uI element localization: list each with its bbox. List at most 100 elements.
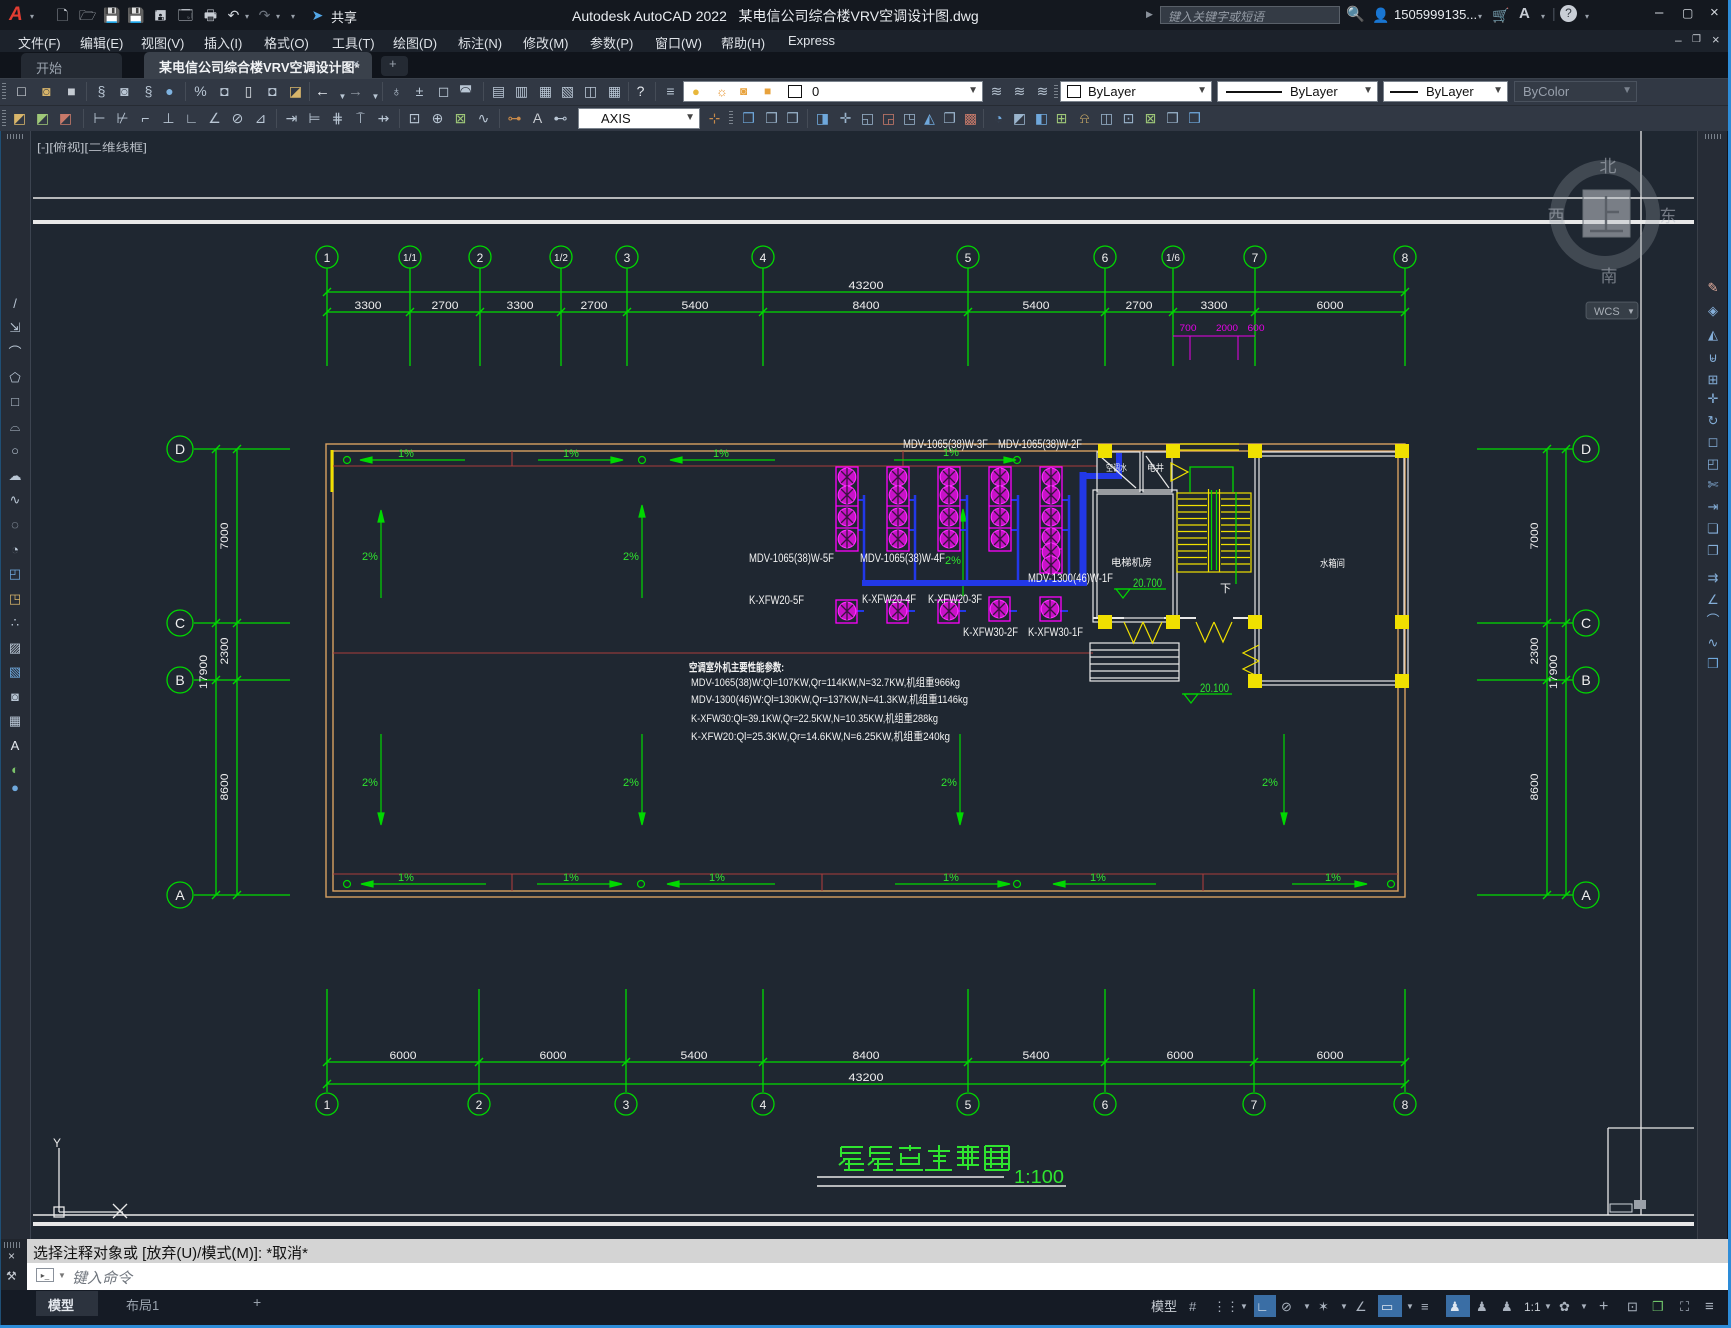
svg-text:MDV-1065(38)W:Ql=107KW,Qr=114K: MDV-1065(38)W:Ql=107KW,Qr=114KW,N=32.7KW… [691, 675, 960, 689]
svg-text:1%: 1% [1325, 872, 1341, 884]
svg-text:2700: 2700 [1126, 300, 1153, 312]
svg-text:1%: 1% [943, 872, 959, 884]
svg-text:20.700: 20.700 [1133, 576, 1162, 590]
svg-text:4: 4 [760, 251, 767, 265]
svg-text:空调水: 空调水 [1106, 462, 1127, 473]
svg-text:3: 3 [624, 251, 631, 265]
svg-text:1%: 1% [563, 872, 579, 884]
svg-text:MDV-1300(46)W:Ql=130KW,Qr=137K: MDV-1300(46)W:Ql=130KW,Qr=137KW,N=41.3KW… [691, 692, 968, 706]
svg-text:B: B [175, 672, 184, 688]
svg-text:2%: 2% [1262, 777, 1278, 789]
svg-text:6000: 6000 [1317, 1050, 1344, 1062]
svg-text:4: 4 [760, 1098, 767, 1112]
svg-text:7000: 7000 [219, 523, 231, 550]
svg-text:6000: 6000 [1167, 1050, 1194, 1062]
svg-text:A: A [1581, 887, 1591, 903]
svg-text:A: A [175, 887, 185, 903]
svg-text:西: 西 [1548, 207, 1565, 226]
svg-text:7: 7 [1252, 251, 1259, 265]
svg-text:下: 下 [1220, 583, 1231, 595]
svg-text:1/1: 1/1 [403, 253, 417, 264]
svg-text:20.100: 20.100 [1200, 681, 1229, 695]
svg-text:2: 2 [476, 1098, 483, 1112]
svg-text:3300: 3300 [507, 300, 534, 312]
svg-text:2700: 2700 [581, 300, 608, 312]
svg-text:6000: 6000 [540, 1050, 567, 1062]
svg-text:5400: 5400 [1023, 300, 1050, 312]
svg-text:WCS: WCS [1594, 306, 1620, 318]
svg-text:[-][俯视][二维线框]: [-][俯视][二维线框] [37, 140, 147, 154]
svg-text:1: 1 [324, 251, 331, 265]
svg-text:1/6: 1/6 [1166, 253, 1180, 264]
svg-text:B: B [1581, 672, 1590, 688]
svg-text:MDV-1065(38)W-5F: MDV-1065(38)W-5F [749, 553, 834, 565]
svg-text:2: 2 [477, 251, 484, 265]
svg-text:1%: 1% [709, 872, 725, 884]
svg-text:8400: 8400 [853, 1050, 880, 1062]
svg-text:8600: 8600 [219, 774, 231, 801]
svg-text:6000: 6000 [1317, 300, 1344, 312]
svg-text:K-XFW20-4F: K-XFW20-4F [862, 594, 916, 606]
svg-text:南: 南 [1601, 267, 1618, 286]
svg-text:2%: 2% [362, 551, 378, 563]
svg-text:电井: 电井 [1147, 462, 1164, 473]
svg-text:43200: 43200 [849, 1072, 884, 1084]
svg-text:D: D [175, 441, 185, 457]
svg-text:7000: 7000 [1529, 523, 1541, 550]
svg-text:2%: 2% [623, 551, 639, 563]
svg-text:3300: 3300 [355, 300, 382, 312]
svg-text:D: D [1581, 441, 1591, 457]
svg-text:2700: 2700 [432, 300, 459, 312]
svg-text:2%: 2% [941, 777, 957, 789]
svg-text:东: 东 [1660, 207, 1677, 226]
svg-text:1%: 1% [398, 872, 414, 884]
svg-text:Y: Y [53, 1136, 61, 1150]
svg-text:空调室外机主要性能参数:: 空调室外机主要性能参数: [689, 660, 784, 674]
svg-text:MDV-1300(46)W-1F: MDV-1300(46)W-1F [1028, 573, 1113, 585]
svg-text:MDV-1065(38)W-4F: MDV-1065(38)W-4F [860, 553, 945, 565]
svg-text:6: 6 [1102, 251, 1109, 265]
svg-text:1%: 1% [713, 448, 729, 460]
svg-text:6000: 6000 [390, 1050, 417, 1062]
svg-text:17900: 17900 [1548, 655, 1560, 689]
svg-text:8600: 8600 [1529, 774, 1541, 801]
svg-text:1%: 1% [398, 448, 414, 460]
svg-text:北: 北 [1600, 157, 1617, 176]
svg-text:2%: 2% [623, 777, 639, 789]
svg-text:2000: 2000 [1216, 323, 1238, 333]
svg-text:1/2: 1/2 [554, 253, 568, 264]
svg-text:K-XFW30-1F: K-XFW30-1F [1028, 627, 1083, 639]
svg-text:5: 5 [965, 251, 972, 265]
svg-text:3300: 3300 [1201, 300, 1228, 312]
svg-text:600: 600 [1248, 323, 1265, 333]
svg-text:5400: 5400 [1023, 1050, 1050, 1062]
svg-text:电梯机房: 电梯机房 [1111, 556, 1152, 569]
svg-text:MDV-1065(38)W-3F: MDV-1065(38)W-3F [903, 439, 988, 451]
svg-text:700: 700 [1180, 323, 1197, 333]
svg-text:1:100: 1:100 [1014, 1167, 1064, 1187]
svg-text:1%: 1% [563, 448, 579, 460]
svg-text:2300: 2300 [1529, 638, 1541, 665]
svg-text:17900: 17900 [198, 655, 210, 689]
svg-text:2%: 2% [362, 777, 378, 789]
svg-text:5400: 5400 [681, 1050, 708, 1062]
svg-text:K-XFW20:Ql=25.3KW,Qr=14.6KW,N=: K-XFW20:Ql=25.3KW,Qr=14.6KW,N=6.25KW,机组重… [691, 729, 950, 743]
svg-text:3: 3 [623, 1098, 630, 1112]
svg-text:8400: 8400 [853, 300, 880, 312]
svg-text:8: 8 [1402, 1098, 1409, 1112]
svg-text:K-XFW20-3F: K-XFW20-3F [928, 594, 982, 606]
svg-text:6: 6 [1102, 1098, 1109, 1112]
svg-text:7: 7 [1251, 1098, 1258, 1112]
svg-text:2%: 2% [945, 555, 961, 567]
svg-text:5: 5 [965, 1098, 972, 1112]
svg-text:水箱间: 水箱间 [1320, 557, 1345, 570]
svg-text:▼: ▼ [1627, 307, 1635, 316]
svg-text:C: C [175, 615, 185, 631]
svg-text:8: 8 [1402, 251, 1409, 265]
svg-text:43200: 43200 [849, 280, 884, 292]
svg-text:5400: 5400 [682, 300, 709, 312]
svg-text:2300: 2300 [219, 638, 231, 665]
svg-text:K-XFW20-5F: K-XFW20-5F [749, 595, 804, 607]
svg-text:1: 1 [324, 1098, 331, 1112]
svg-text:C: C [1581, 615, 1591, 631]
